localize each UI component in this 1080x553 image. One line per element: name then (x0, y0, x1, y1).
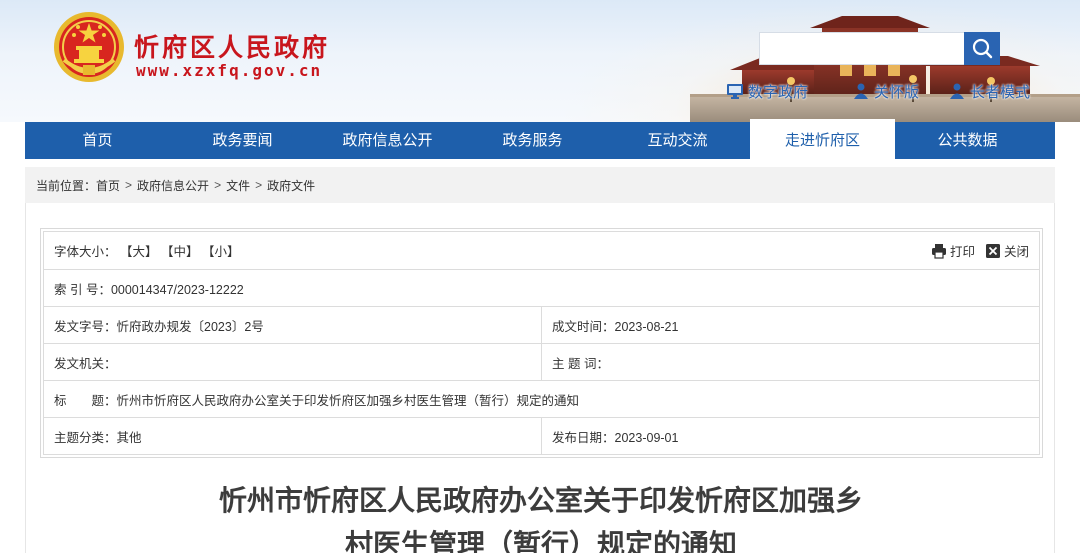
meta-created-value: 2023-08-21 (614, 319, 679, 334)
meta-title-value: 忻州市忻府区人民政府办公室关于印发忻府区加强乡村医生管理（暂行）规定的通知 (116, 393, 580, 408)
meta-published-value: 2023-09-01 (614, 430, 679, 445)
nav-item-interaction[interactable]: 互动交流 (605, 122, 750, 159)
font-size-control: 字体大小： 【大】 【中】 【小】 (54, 245, 240, 259)
meta-issuer-cell: 发文机关： (43, 343, 542, 381)
breadcrumb-item-home[interactable]: 首页 (96, 177, 120, 194)
meta-created-cell: 成文时间：2023-08-21 (541, 306, 1040, 344)
nav-item-home[interactable]: 首页 (25, 122, 170, 159)
meta-category-cell: 主题分类：其他 (43, 417, 542, 455)
close-button[interactable]: 关闭 (985, 241, 1029, 260)
meta-category-value: 其他 (116, 430, 142, 445)
breadcrumb-item-files[interactable]: 文件 (226, 177, 250, 194)
meta-published-cell: 发布日期：2023-09-01 (541, 417, 1040, 455)
breadcrumb-separator: > (214, 178, 222, 192)
search-input[interactable] (759, 32, 965, 65)
person-icon (950, 83, 964, 99)
site-header: 忻府区人民政府 www.xzxfq.gov.cn 数字政府 关怀版 长者模式 (0, 0, 1080, 122)
font-size-label: 字体大小： (54, 245, 117, 259)
tool-digital-gov[interactable]: 数字政府 (726, 78, 808, 104)
font-size-small-button[interactable]: 【小】 (202, 245, 240, 259)
breadcrumb-item-gov-files[interactable]: 政府文件 (267, 177, 315, 194)
meta-index-cell: 索 引 号：000014347/2023-12222 (43, 269, 1040, 307)
search-button[interactable] (964, 32, 1000, 65)
printer-icon (931, 243, 946, 259)
meta-issuer-label: 发文机关： (54, 356, 117, 371)
breadcrumb-item-gov-info[interactable]: 政府信息公开 (137, 177, 209, 194)
search-icon (972, 38, 993, 59)
tool-digital-gov-label: 数字政府 (748, 83, 809, 101)
close-label: 关闭 (1003, 245, 1029, 259)
document-title-line-2: 村医生管理（暂行）规定的通知 (344, 529, 737, 553)
nav-item-news[interactable]: 政务要闻 (170, 122, 315, 159)
breadcrumb-prefix: 当前位置： (36, 178, 97, 193)
main-nav: 首页 政务要闻 政府信息公开 政务服务 互动交流 走进忻府区 公共数据 (25, 119, 1055, 159)
meta-index-value: 000014347/2023-12222 (110, 282, 244, 297)
landmark-building-illustration (690, 16, 1080, 122)
meta-title-cell: 标 题：忻州市忻府区人民政府办公室关于印发忻府区加强乡村医生管理（暂行）规定的通… (43, 380, 1040, 418)
meta-doc-no-value: 忻府政办规发〔2023〕2号 (116, 319, 264, 334)
tool-care-version-label: 关怀版 (874, 83, 920, 101)
meta-created-label: 成文时间： (552, 319, 615, 334)
nav-item-about-xinfu[interactable]: 走进忻府区 (750, 119, 895, 159)
breadcrumb-separator: > (125, 178, 133, 192)
monitor-icon (727, 84, 743, 99)
document-title-line-1: 忻州市忻府区人民政府办公室关于印发忻府区加强乡 (218, 485, 863, 516)
meta-doc-no-cell: 发文字号：忻府政办规发〔2023〕2号 (43, 306, 542, 344)
nav-item-services[interactable]: 政务服务 (460, 122, 605, 159)
font-size-large-button[interactable]: 【大】 (120, 245, 158, 259)
document-ops: 打印 关闭 (931, 241, 1029, 260)
site-url[interactable]: www.xzxfq.gov.cn (136, 61, 322, 80)
breadcrumb-separator: > (255, 178, 263, 192)
meta-index-label: 索 引 号： (54, 282, 111, 297)
national-emblem-icon (54, 12, 124, 82)
print-button[interactable]: 打印 (931, 241, 975, 260)
meta-keywords-cell: 主 题 词： (541, 343, 1040, 381)
nav-item-gov-info[interactable]: 政府信息公开 (315, 122, 460, 159)
site-title: 忻府区人民政府 (134, 33, 331, 62)
nav-item-public-data[interactable]: 公共数据 (895, 122, 1040, 159)
close-icon (985, 243, 1000, 258)
tool-elder-mode[interactable]: 长者模式 (948, 78, 1030, 104)
meta-doc-no-label: 发文字号： (54, 319, 117, 334)
person-icon (854, 83, 868, 99)
meta-published-label: 发布日期： (552, 430, 615, 445)
meta-keywords-label: 主 题 词： (552, 356, 609, 371)
tool-elder-mode-label: 长者模式 (970, 83, 1031, 101)
font-size-medium-button[interactable]: 【中】 (161, 245, 199, 259)
breadcrumb: 当前位置： 首页 > 政府信息公开 > 文件 > 政府文件 (25, 167, 1055, 203)
meta-title-label: 标 题： (54, 393, 117, 408)
tool-care-version[interactable]: 关怀版 (852, 78, 919, 104)
document-title: 忻州市忻府区人民政府办公室关于印发忻府区加强乡 村医生管理（暂行）规定的通知 (26, 479, 1056, 553)
print-label: 打印 (949, 245, 975, 259)
content-panel: 字体大小： 【大】 【中】 【小】 打印 关闭 索 引 号：000014347/… (25, 203, 1055, 553)
toolbar-row: 字体大小： 【大】 【中】 【小】 打印 关闭 (43, 231, 1040, 270)
document-metadata: 字体大小： 【大】 【中】 【小】 打印 关闭 索 引 号：000014347/… (40, 228, 1043, 458)
meta-category-label: 主题分类： (54, 430, 117, 445)
